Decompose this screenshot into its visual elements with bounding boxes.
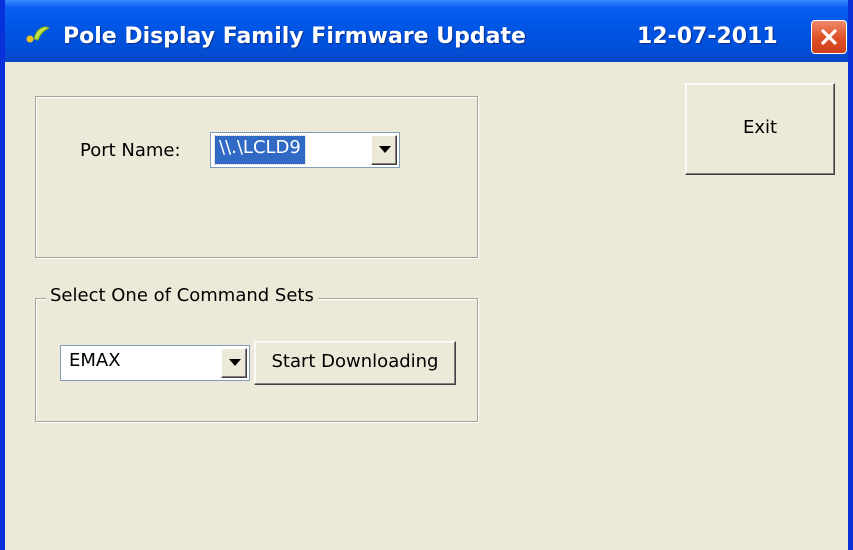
command-set-groupbox: Select One of Command Sets EMAX Start Do…	[35, 285, 478, 422]
client-area: Port Name: \\.\LCLD9 Select One of Comma…	[5, 62, 848, 550]
port-groupbox: Port Name: \\.\LCLD9	[35, 96, 478, 258]
port-name-label: Port Name:	[80, 140, 181, 161]
port-dropdown-button[interactable]	[371, 135, 397, 165]
title-date: 12-07-2011	[637, 24, 778, 49]
chevron-down-icon	[379, 146, 391, 153]
app-window: Pole Display Family Firmware Update 12-0…	[0, 0, 853, 550]
command-set-value: EMAX	[69, 350, 121, 371]
close-icon	[821, 29, 837, 45]
command-dropdown-button[interactable]	[221, 348, 247, 378]
window-title: Pole Display Family Firmware Update	[63, 24, 526, 49]
command-set-legend: Select One of Command Sets	[46, 285, 318, 306]
exit-button[interactable]: Exit	[685, 83, 835, 175]
command-set-combobox[interactable]: EMAX	[60, 345, 250, 381]
app-icon	[26, 26, 50, 43]
start-downloading-button[interactable]: Start Downloading	[254, 341, 456, 385]
title-bar[interactable]: Pole Display Family Firmware Update 12-0…	[5, 0, 848, 62]
close-button[interactable]	[811, 20, 847, 54]
port-name-combobox[interactable]: \\.\LCLD9	[210, 132, 400, 168]
chevron-down-icon	[229, 359, 241, 366]
port-name-value: \\.\LCLD9	[214, 135, 306, 165]
